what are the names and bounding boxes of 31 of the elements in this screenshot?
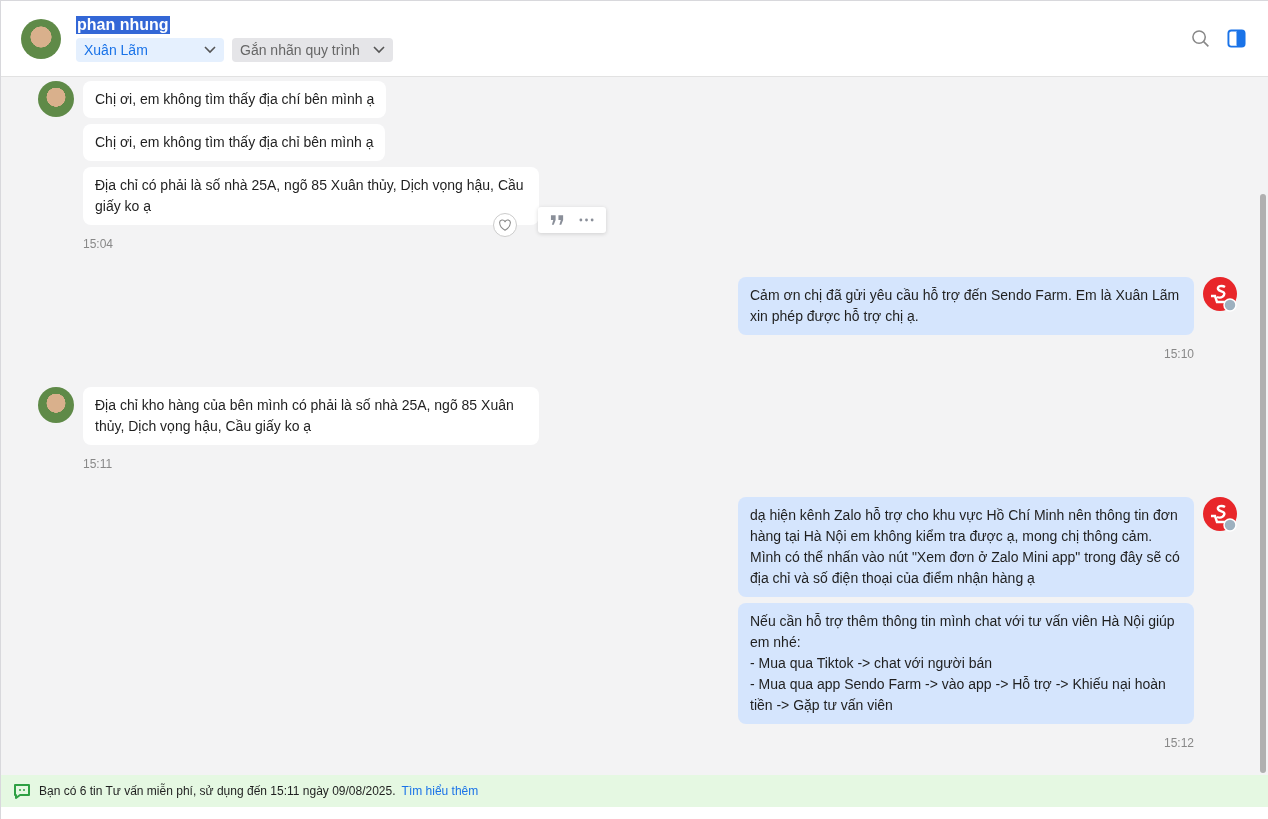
avatar [21, 18, 61, 59]
shop-avatar [1203, 277, 1239, 313]
message-bubble: Cảm ơn chị đã gửi yêu cầu hỗ trợ đến Sendo Farm. Em là Xuân Lãm xin phép được hỗ trợ chị ạ. [738, 277, 1194, 335]
assignee-dropdown[interactable]: Xuân Lãm [76, 37, 224, 62]
message-time: 15:11 [83, 457, 114, 471]
message-bubble: Địa chỉ kho hàng của bên mình có phải là số nhà 25A, ngõ 85 Xuân thủy, Dịch vọng hậu, Cầu giấy ko ạ [83, 387, 539, 445]
message-bubble: Chị ơi, em không tìm thấy địa chỉ bên mình ạ [83, 124, 386, 161]
message-bubble: Chị ơi, em không tìm thấy địa chí bên mình ạ [83, 81, 387, 118]
message-time: 15:12 [1163, 736, 1194, 750]
more-icon[interactable] [579, 218, 594, 222]
scrollbar[interactable] [1260, 194, 1266, 773]
message-time: 15:04 [83, 237, 115, 251]
contact-avatar [38, 387, 74, 423]
like-button[interactable] [493, 213, 517, 237]
message-bubble: Địa chỉ có phải là số nhà 25A, ngõ 85 Xuân thủy, Dịch vọng hậu, Cầu giấy ko ạ [83, 167, 539, 225]
learn-more-link[interactable]: Tìm hiểu thêm [401, 784, 479, 798]
chevron-down-icon [204, 45, 216, 54]
notice-text: Bạn có 6 tin Tư vấn miễn phí, sử dụng đến 15:11 ngày 09/08/2025. [39, 784, 396, 798]
message-bubble: dạ hiện kênh Zalo hỗ trợ cho khu vực Hồ Chí Minh nên thông tin đơn hàng tại Hà Nội em không kiểm tra được ạ, mong chị thông cảm. Mình có thể nhấn vào nút "Xem đơn ở Zalo Mini app" trong đây sẽ có địa chỉ và số điện thoại của điểm nhận hàng ạ [738, 497, 1194, 597]
label-dropdown[interactable]: Gắn nhãn quy trình [232, 37, 393, 62]
contact-name: phan nhung [76, 15, 170, 34]
chat-bubble-icon [13, 783, 31, 799]
heart-icon [498, 218, 512, 232]
quote-icon[interactable] [550, 214, 565, 226]
message-bubble: Nếu cần hỗ trợ thêm thông tin mình chat với tư vấn viên Hà Nội giúp em nhé: - Mua qua Tiktok -> chat với người bán - Mua qua app Sendo Farm -> vào app -> Hỗ trợ -> Khiếu nại hoàn tiền -> Gặp tư vấn viên [738, 603, 1194, 724]
chevron-down-icon [373, 45, 385, 54]
panel-toggle-icon[interactable] [1227, 29, 1246, 48]
message-time: 15:10 [1163, 347, 1194, 361]
search-icon[interactable] [1191, 29, 1210, 48]
contact-avatar [38, 81, 74, 117]
shop-avatar [1203, 497, 1239, 533]
